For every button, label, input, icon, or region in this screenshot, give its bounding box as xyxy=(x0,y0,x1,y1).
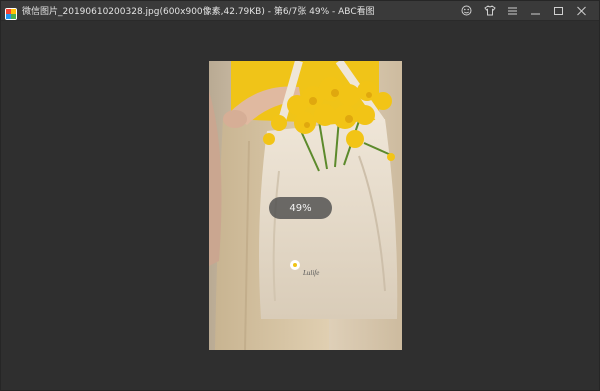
window-title: 微信图片_20190610200328.jpg(600x900像素,42.79K… xyxy=(22,7,375,17)
window-controls xyxy=(455,1,593,20)
bag-print-text: Lulife xyxy=(302,269,319,277)
zoom-badge: 49% xyxy=(269,197,332,219)
close-icon[interactable] xyxy=(570,1,593,20)
menu-icon[interactable] xyxy=(501,1,524,20)
titlebar[interactable]: 微信图片_20190610200328.jpg(600x900像素,42.79K… xyxy=(1,1,599,21)
maximize-icon[interactable] xyxy=(547,1,570,20)
skin-icon[interactable] xyxy=(455,1,478,20)
app-icon xyxy=(5,5,17,20)
minimize-icon[interactable] xyxy=(524,1,547,20)
viewer-window: 微信图片_20190610200328.jpg(600x900像素,42.79K… xyxy=(0,0,600,391)
image-canvas[interactable]: Lulife 49% xyxy=(1,21,599,390)
shirt-icon[interactable] xyxy=(478,1,501,20)
